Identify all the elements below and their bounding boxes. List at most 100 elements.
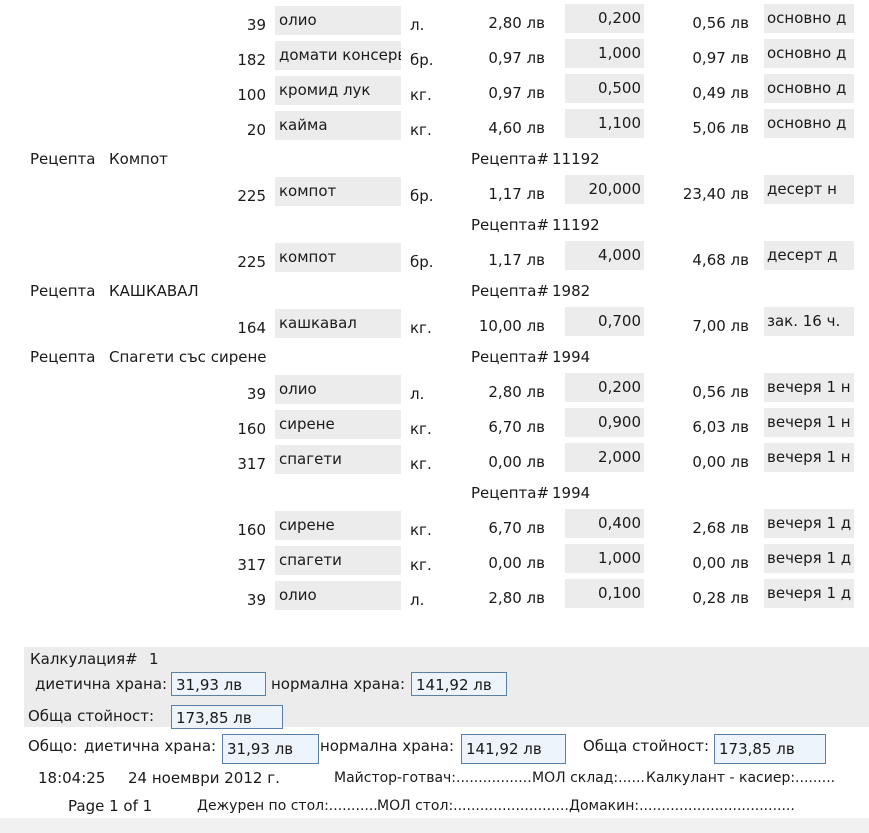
grand-total-value-field[interactable]: 173,85 лв	[714, 734, 826, 764]
meal-note-field[interactable]: основно д	[764, 4, 854, 33]
product-code: 317	[237, 556, 266, 574]
mol-canteen-signature-line: МОЛ стол:...........................	[377, 798, 574, 814]
unit-price: 2,80 лв	[488, 383, 545, 401]
quantity-field[interactable]: 0,400	[565, 509, 644, 538]
product-code: 39	[246, 385, 266, 403]
unit-label: бр.	[410, 51, 434, 69]
product-name-field[interactable]: домати консерв	[275, 41, 401, 70]
meal-note-field[interactable]: зак. 16 ч.	[764, 307, 854, 336]
meal-note-field[interactable]: десерт д	[764, 241, 854, 270]
unit-price: 2,80 лв	[488, 14, 545, 32]
unit-label: кг.	[410, 420, 432, 438]
calc-normal-value-field[interactable]: 141,92 лв	[411, 672, 507, 696]
recipe-number: 1994	[552, 348, 591, 366]
quantity-field[interactable]: 0,100	[565, 579, 644, 608]
unit-label: кг.	[410, 556, 432, 574]
calculation-number: 1	[149, 650, 159, 668]
unit-price: 10,00 лв	[478, 317, 545, 335]
unit-label: бр.	[410, 187, 434, 205]
quantity-field[interactable]: 0,500	[565, 74, 644, 103]
line-total: 0,56 лв	[692, 383, 749, 401]
product-name-field[interactable]: спагети	[275, 445, 401, 474]
product-name-field[interactable]: сирене	[275, 511, 401, 540]
meal-note-field[interactable]: вечеря 1 н	[764, 443, 854, 472]
line-total: 7,00 лв	[692, 317, 749, 335]
line-total: 6,03 лв	[692, 418, 749, 436]
meal-note-field[interactable]: вечеря 1 д	[764, 544, 854, 573]
quantity-field[interactable]: 2,000	[565, 443, 644, 472]
grand-diet-value-field[interactable]: 31,93 лв	[222, 734, 319, 764]
calc-normal-label: нормална храна:	[271, 675, 406, 693]
product-name-field[interactable]: спагети	[275, 546, 401, 575]
line-total: 5,06 лв	[692, 119, 749, 137]
meal-note-field[interactable]: вечеря 1 д	[764, 509, 854, 538]
calc-diet-label: диетична храна:	[35, 675, 168, 693]
recipe-label: Рецепта	[30, 150, 96, 168]
grand-diet-label: диетична храна:	[84, 737, 217, 755]
grand-normal-label: нормална храна:	[320, 737, 455, 755]
product-name-field[interactable]: компот	[275, 243, 401, 272]
recipe-number: 11192	[552, 150, 600, 168]
unit-price: 6,70 лв	[488, 418, 545, 436]
quantity-field[interactable]: 0,200	[565, 4, 644, 33]
meal-note-field[interactable]: вечеря 1 д	[764, 579, 854, 608]
recipe-number-label: Рецепта#	[471, 484, 550, 502]
recipe-number-label: Рецепта#	[471, 216, 550, 234]
meal-note-field[interactable]: основно д	[764, 39, 854, 68]
page-indicator: Page 1 of 1	[68, 797, 153, 815]
unit-price: 4,60 лв	[488, 119, 545, 137]
calculation-label: Калкулация#	[30, 650, 138, 668]
quantity-field[interactable]: 4,000	[565, 241, 644, 270]
unit-price: 2,80 лв	[488, 589, 545, 607]
unit-price: 0,97 лв	[488, 84, 545, 102]
unit-label: л.	[410, 16, 425, 34]
mol-warehouse-signature-line: МОЛ склад:......	[532, 770, 645, 786]
unit-price: 1,17 лв	[488, 251, 545, 269]
product-name-field[interactable]: компот	[275, 177, 401, 206]
product-code: 225	[237, 253, 266, 271]
report-time: 18:04:25	[38, 769, 106, 787]
product-name-field[interactable]: олио	[275, 581, 401, 610]
product-code: 160	[237, 521, 266, 539]
calc-diet-value-field[interactable]: 31,93 лв	[171, 672, 266, 696]
unit-label: кг.	[410, 319, 432, 337]
product-name-field[interactable]: кромид лук	[275, 76, 401, 105]
calc-total-label: Обща стойност:	[28, 707, 155, 725]
chef-signature-line: Майстор-готвач:.................	[334, 770, 532, 786]
meal-note-field[interactable]: десерт н	[764, 175, 854, 204]
line-total: 23,40 лв	[682, 185, 749, 203]
unit-label: бр.	[410, 253, 434, 271]
line-total: 0,28 лв	[692, 589, 749, 607]
recipe-name: КАШКАВАЛ	[109, 282, 199, 300]
recipe-number: 1982	[552, 282, 591, 300]
meal-note-field[interactable]: вечеря 1 н	[764, 373, 854, 402]
unit-label: кг.	[410, 121, 432, 139]
product-name-field[interactable]: кашкавал	[275, 309, 401, 338]
product-name-field[interactable]: кайма	[275, 111, 401, 140]
meal-note-field[interactable]: основно д	[764, 74, 854, 103]
unit-price: 0,00 лв	[488, 554, 545, 572]
meal-note-field[interactable]: основно д	[764, 109, 854, 138]
quantity-field[interactable]: 0,200	[565, 373, 644, 402]
quantity-field[interactable]: 1,000	[565, 544, 644, 573]
product-name-field[interactable]: олио	[275, 6, 401, 35]
unit-label: л.	[410, 385, 425, 403]
meal-note-field[interactable]: вечеря 1 н	[764, 408, 854, 437]
line-total: 0,00 лв	[692, 453, 749, 471]
quantity-field[interactable]: 0,900	[565, 408, 644, 437]
quantity-field[interactable]: 1,100	[565, 109, 644, 138]
grand-total-value-label: Обща стойност:	[583, 737, 710, 755]
calc-total-value-field[interactable]: 173,85 лв	[171, 705, 283, 729]
quantity-field[interactable]: 0,700	[565, 307, 644, 336]
quantity-field[interactable]: 20,000	[565, 175, 644, 204]
recipe-label: Рецепта	[30, 282, 96, 300]
grand-normal-value-field[interactable]: 141,92 лв	[461, 734, 566, 764]
product-code: 39	[246, 591, 266, 609]
product-name-field[interactable]: сирене	[275, 410, 401, 439]
duty-signature-line: Дежурен по стол:...........	[197, 798, 378, 814]
product-code: 160	[237, 420, 266, 438]
product-name-field[interactable]: олио	[275, 375, 401, 404]
product-code: 20	[246, 121, 266, 139]
quantity-field[interactable]: 1,000	[565, 39, 644, 68]
line-total: 4,68 лв	[692, 251, 749, 269]
